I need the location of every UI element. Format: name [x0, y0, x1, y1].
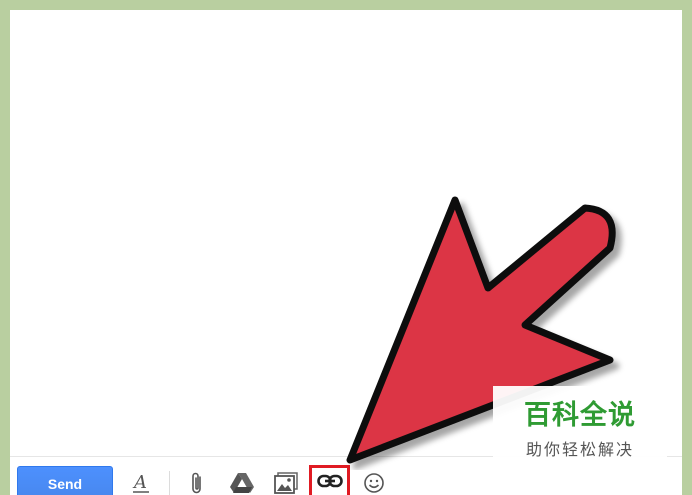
- paperclip-icon[interactable]: [183, 469, 211, 495]
- message-body[interactable]: [10, 10, 682, 450]
- emoji-icon[interactable]: [360, 469, 388, 495]
- toolbar-divider: [169, 471, 170, 495]
- insert-link-button[interactable]: [309, 465, 350, 495]
- watermark-subtitle: 助你轻松解决: [525, 439, 634, 459]
- drive-icon[interactable]: [228, 469, 256, 495]
- svg-text:A: A: [132, 472, 147, 493]
- text-format-icon[interactable]: A: [127, 469, 155, 495]
- screenshot-frame: Send A 百科全说 助你轻松解决: [0, 0, 692, 495]
- watermark: 百科全说 助你轻松解决: [493, 386, 667, 466]
- send-button[interactable]: Send: [17, 466, 113, 495]
- photo-icon[interactable]: [272, 469, 300, 495]
- watermark-title: 百科全说: [524, 399, 636, 431]
- link-icon: [316, 474, 343, 493]
